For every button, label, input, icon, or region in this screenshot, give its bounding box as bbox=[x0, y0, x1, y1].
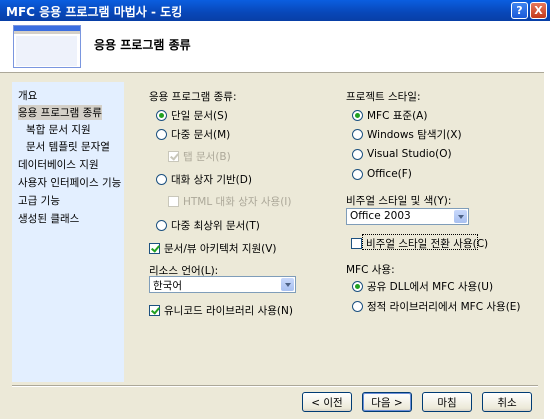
mfc-shared-dll-radio[interactable]: 공유 DLL에서 MFC 사용(U) bbox=[352, 279, 493, 294]
radio-selected-icon bbox=[352, 110, 363, 121]
radio-icon bbox=[156, 174, 167, 185]
tabbed-doc-checkbox: 탭 문서(B) bbox=[168, 149, 231, 164]
finish-button[interactable]: 마침 bbox=[422, 392, 472, 412]
chevron-down-icon[interactable] bbox=[454, 210, 467, 223]
project-style-office-radio[interactable]: Office(F) bbox=[352, 168, 412, 180]
html-dialog-checkbox: HTML 대화 상자 사용(I) bbox=[168, 194, 291, 209]
prev-button[interactable]: < 이전 bbox=[302, 392, 352, 412]
project-style-label: 프로젝트 스타일: bbox=[346, 91, 421, 103]
project-style-windows-explorer-radio[interactable]: Windows 탐색기(X) bbox=[352, 127, 462, 142]
visual-style-label: 비주얼 스타일 및 색(Y): bbox=[346, 195, 452, 207]
page-title: 응용 프로그램 종류 bbox=[94, 38, 191, 52]
app-type-multi-radio[interactable]: 다중 문서(M) bbox=[156, 127, 230, 142]
header-banner: 응용 프로그램 종류 bbox=[0, 21, 550, 73]
checkbox-checked-icon bbox=[149, 243, 160, 254]
resource-lang-select[interactable]: 한국어 bbox=[149, 276, 296, 293]
radio-icon bbox=[352, 129, 363, 140]
radio-selected-icon bbox=[156, 110, 167, 121]
project-style-visual-studio-radio[interactable]: Visual Studio(O) bbox=[352, 148, 452, 160]
mfc-static-lib-radio[interactable]: 정적 라이브러리에서 MFC 사용(E) bbox=[352, 299, 521, 314]
app-type-dialog-radio[interactable]: 대화 상자 기반(D) bbox=[156, 172, 252, 187]
app-type-single-radio[interactable]: 단일 문서(S) bbox=[156, 108, 228, 123]
visual-style-select[interactable]: Office 2003 bbox=[346, 208, 469, 225]
radio-icon bbox=[156, 129, 167, 140]
checkbox-disabled-icon bbox=[168, 196, 179, 207]
wizard-thumbnail-icon bbox=[13, 25, 81, 68]
window-title: MFC 응용 프로그램 마법사 - 도킹 bbox=[6, 5, 183, 19]
radio-icon bbox=[352, 168, 363, 180]
close-button[interactable]: X bbox=[530, 2, 547, 19]
sidebar-item-app-type[interactable]: 응용 프로그램 종류 bbox=[18, 105, 102, 120]
radio-selected-icon bbox=[352, 281, 363, 292]
radio-icon bbox=[156, 220, 167, 231]
sidebar-item-advanced[interactable]: 고급 기능 bbox=[18, 193, 60, 208]
radio-icon bbox=[352, 301, 363, 312]
title-bar[interactable]: MFC 응용 프로그램 마법사 - 도킹 ? X bbox=[0, 0, 550, 21]
sidebar-item-ui-features[interactable]: 사용자 인터페이스 기능 bbox=[18, 175, 121, 190]
sidebar-item-doc-template[interactable]: 문서 템플릿 문자열 bbox=[26, 139, 110, 154]
app-type-label: 응용 프로그램 종류: bbox=[149, 91, 237, 103]
radio-icon bbox=[352, 148, 363, 160]
sidebar-item-generated-classes[interactable]: 생성된 클래스 bbox=[18, 211, 79, 226]
project-style-mfc-standard-radio[interactable]: MFC 표준(A) bbox=[352, 108, 427, 123]
cancel-button[interactable]: 취소 bbox=[482, 392, 532, 412]
checkbox-checked-icon bbox=[149, 305, 160, 316]
checkbox-icon bbox=[351, 238, 362, 249]
footer-separator bbox=[12, 385, 538, 387]
focus-rectangle bbox=[362, 234, 478, 250]
chevron-down-icon[interactable] bbox=[281, 278, 294, 291]
sidebar-item-database[interactable]: 데이터베이스 지원 bbox=[18, 157, 99, 172]
right-edge bbox=[544, 21, 550, 419]
mfc-use-label: MFC 사용: bbox=[346, 264, 395, 276]
app-type-multi-toplevel-radio[interactable]: 다중 최상위 문서(T) bbox=[156, 218, 260, 233]
wizard-sidebar: 개요 응용 프로그램 종류 복합 문서 지원 문서 템플릿 문자열 데이터베이스… bbox=[12, 82, 124, 382]
checkbox-disabled-icon bbox=[168, 151, 179, 162]
docview-checkbox[interactable]: 문서/뷰 아키텍처 지원(V) bbox=[149, 241, 277, 256]
sidebar-item-overview[interactable]: 개요 bbox=[18, 88, 37, 103]
help-button[interactable]: ? bbox=[511, 2, 528, 19]
wizard-window: MFC 응용 프로그램 마법사 - 도킹 ? X 응용 프로그램 종류 개요 응… bbox=[0, 0, 550, 419]
help-icon: ? bbox=[516, 4, 523, 17]
unicode-checkbox[interactable]: 유니코드 라이브러리 사용(N) bbox=[149, 303, 293, 318]
next-button[interactable]: 다음 > bbox=[362, 392, 412, 412]
sidebar-item-compound-doc[interactable]: 복합 문서 지원 bbox=[26, 122, 91, 137]
close-icon: X bbox=[534, 4, 543, 17]
